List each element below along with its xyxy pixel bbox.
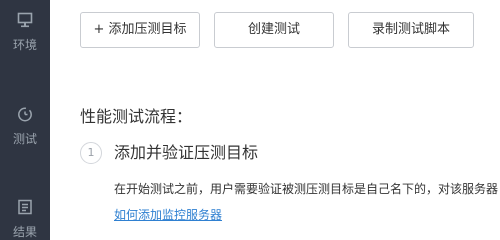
sidebar-item-label: 结果: [12, 225, 37, 239]
sidebar-item-result[interactable]: 结果: [0, 199, 50, 240]
add-monitor-server-link[interactable]: 如何添加监控服务器: [114, 207, 222, 223]
monitor-icon: [0, 12, 50, 30]
record-script-button[interactable]: 录制测试脚本: [348, 12, 474, 48]
step-number-badge: 1: [80, 142, 102, 164]
flow-title: 性能测试流程：: [80, 107, 193, 126]
app-window: 环境 测试 结果 + 添加压测目标 创建测试 录制测试脚本 性能测试流程： 1 …: [0, 0, 500, 240]
step-description: 在开始测试之前，用户需要验证被测压测目标是自己名下的，对该服务器: [114, 182, 499, 196]
sidebar: 环境 测试 结果: [0, 0, 50, 240]
timer-icon: [0, 106, 50, 124]
create-test-button[interactable]: 创建测试: [214, 12, 334, 48]
add-target-button[interactable]: + 添加压测目标: [80, 12, 200, 48]
step-title: 添加并验证压测目标: [114, 143, 259, 162]
sidebar-item-label: 环境: [12, 38, 37, 52]
report-icon: [0, 199, 50, 217]
main-content: + 添加压测目标 创建测试 录制测试脚本 性能测试流程： 1 添加并验证压测目标…: [50, 0, 500, 240]
sidebar-item-test[interactable]: 测试: [0, 106, 50, 147]
sidebar-item-label: 测试: [12, 132, 37, 146]
sidebar-item-environment[interactable]: 环境: [0, 12, 50, 53]
